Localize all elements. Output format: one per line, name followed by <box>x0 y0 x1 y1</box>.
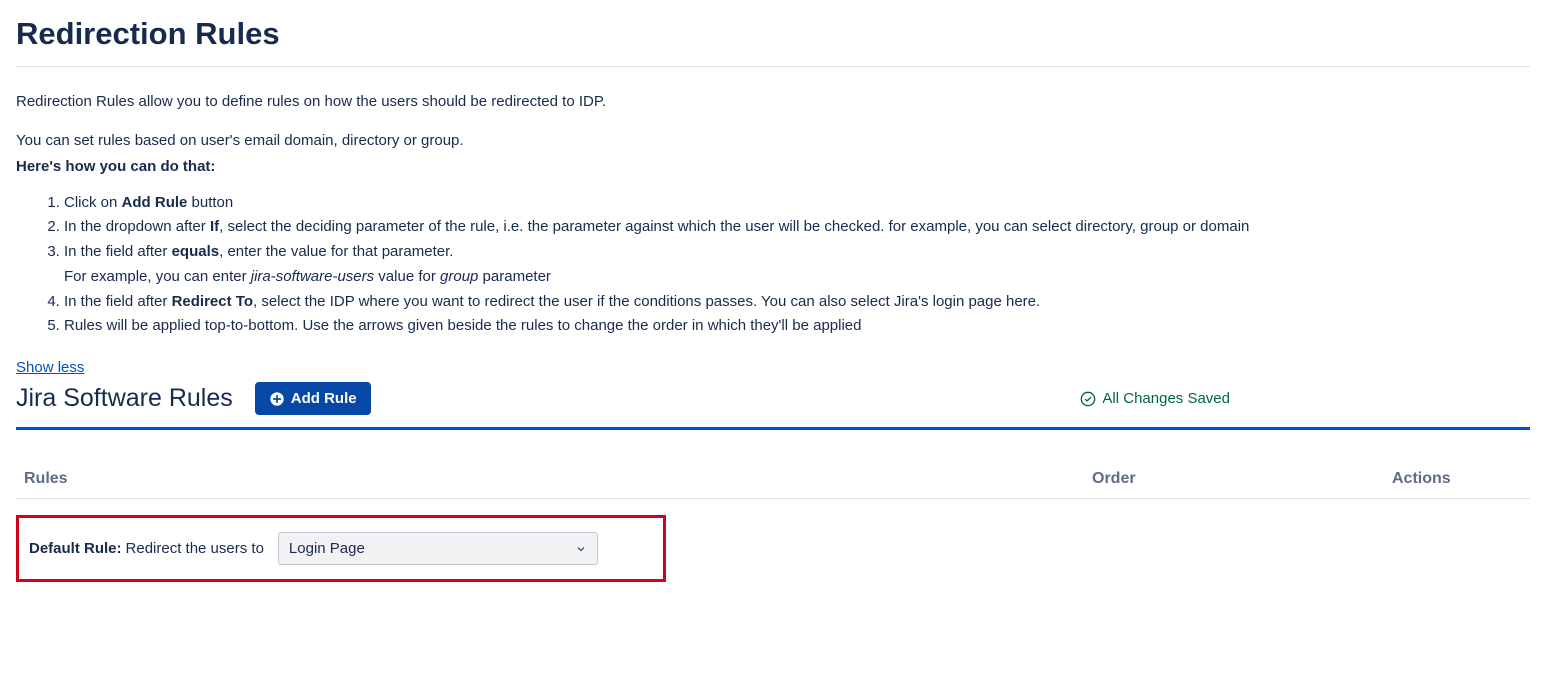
column-header-order: Order <box>1084 460 1384 499</box>
check-circle-icon <box>1080 391 1096 407</box>
step-3: In the field after equals, enter the val… <box>64 240 1530 290</box>
step-2: In the dropdown after If, select the dec… <box>64 215 1530 240</box>
intro-paragraph-1: Redirection Rules allow you to define ru… <box>16 91 1530 114</box>
section-title: Jira Software Rules <box>16 384 233 413</box>
rules-table: Rules Order Actions <box>16 460 1530 499</box>
intro-paragraph-2: You can set rules based on user's email … <box>16 130 1530 153</box>
table-top-border <box>16 427 1530 430</box>
howto-label: Here's how you can do that: <box>16 156 1530 179</box>
saved-status: All Changes Saved <box>1080 390 1230 407</box>
default-rule-text: Redirect the users to <box>126 540 264 557</box>
redirect-select[interactable]: Login Page <box>278 532 598 565</box>
add-rule-label: Add Rule <box>291 390 357 407</box>
plus-circle-icon <box>269 391 285 407</box>
section-header: Jira Software Rules Add Rule All Changes… <box>16 382 1530 415</box>
column-header-actions: Actions <box>1384 460 1530 499</box>
default-rule-label: Default Rule: <box>29 540 122 557</box>
intro-section: Redirection Rules allow you to define ru… <box>16 91 1530 339</box>
add-rule-button[interactable]: Add Rule <box>255 382 371 415</box>
column-header-rules: Rules <box>16 460 1084 499</box>
default-rule-row: Default Rule: Redirect the users to Logi… <box>16 515 666 582</box>
howto-steps: Click on Add Rule button In the dropdown… <box>16 191 1530 340</box>
step-5: Rules will be applied top-to-bottom. Use… <box>64 314 1530 339</box>
saved-status-text: All Changes Saved <box>1102 390 1230 407</box>
step-4: In the field after Redirect To, select t… <box>64 290 1530 315</box>
page-title: Redirection Rules <box>16 16 1530 52</box>
title-divider <box>16 66 1530 67</box>
show-less-link[interactable]: Show less <box>16 359 84 376</box>
step-1: Click on Add Rule button <box>64 191 1530 216</box>
